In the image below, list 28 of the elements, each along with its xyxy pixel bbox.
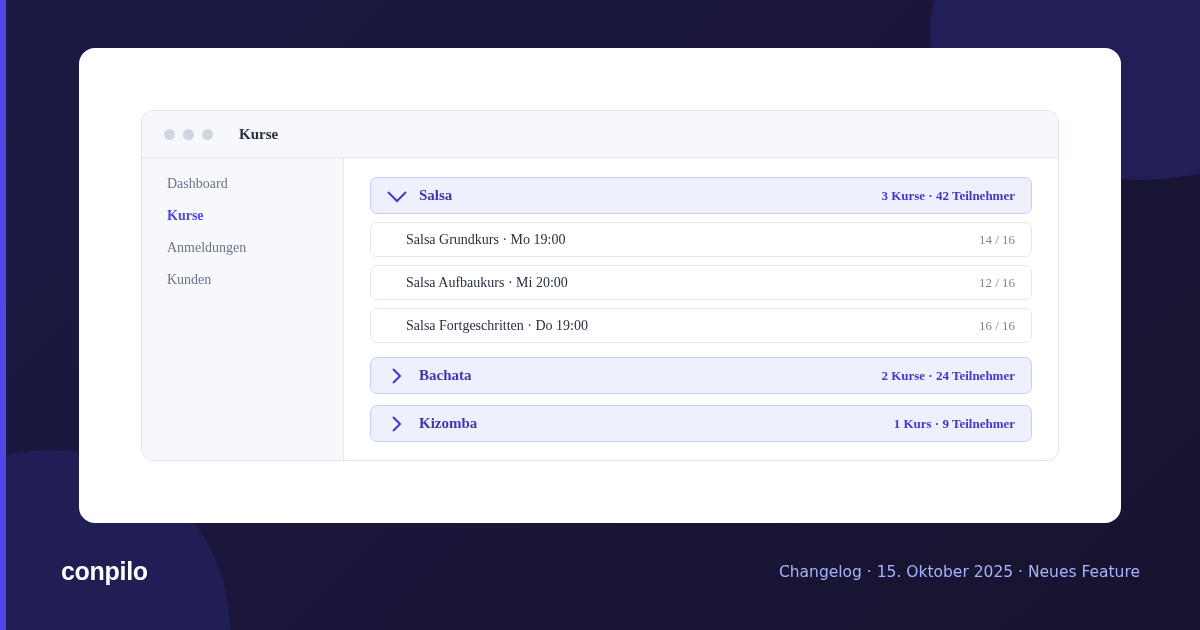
group-header[interactable]: Kizomba 1 Kurs · 9 Teilnehmer bbox=[370, 405, 1032, 442]
occupancy-count: 14 / 16 bbox=[978, 231, 1015, 248]
group-header[interactable]: Salsa 3 Kurse · 42 Teilnehmer bbox=[370, 177, 1032, 214]
occupancy-count: 16 / 16 bbox=[978, 317, 1015, 334]
sidebar-item[interactable]: Dashboard bbox=[167, 174, 343, 193]
footer-caption: Changelog · 15. Oktober 2025 · Neues Feature bbox=[778, 562, 1140, 581]
occupancy-count: 12 / 16 bbox=[978, 274, 1015, 291]
course-row[interactable]: Salsa Aufbaukurs · Mi 20:00 12 / 16 bbox=[370, 265, 1032, 300]
course-title: Salsa Grundkurs · Mo 19:00 bbox=[406, 231, 566, 248]
sidebar-item[interactable]: Anmeldungen bbox=[167, 238, 343, 257]
group-summary: 3 Kurse · 42 Teilnehmer bbox=[881, 187, 1015, 204]
window-dot-icon bbox=[202, 128, 213, 140]
course-row[interactable]: Salsa Fortgeschritten · Do 19:00 16 / 16 bbox=[370, 308, 1032, 343]
group-summary: 1 Kurs · 9 Teilnehmer bbox=[893, 415, 1015, 432]
group-name: Salsa bbox=[419, 187, 454, 204]
course-title: Salsa Fortgeschritten · Do 19:00 bbox=[406, 317, 588, 334]
window-dot-icon bbox=[183, 128, 194, 140]
course-row[interactable]: Salsa Grundkurs · Mo 19:00 14 / 16 bbox=[370, 222, 1032, 257]
sidebar-item[interactable]: Kunden bbox=[167, 270, 343, 289]
group-summary: 2 Kurse · 24 Teilnehmer bbox=[881, 367, 1015, 384]
course-title: Salsa Aufbaukurs · Mi 20:00 bbox=[406, 274, 568, 291]
window-dot-icon bbox=[164, 128, 175, 140]
group-name: Bachata bbox=[419, 367, 473, 384]
logo: conpilo bbox=[61, 557, 148, 586]
sidebar-item[interactable]: Kurse bbox=[167, 206, 343, 225]
group-header[interactable]: Bachata 2 Kurse · 24 Teilnehmer bbox=[370, 357, 1032, 394]
group-name: Kizomba bbox=[419, 415, 479, 432]
window-title: Kurse bbox=[239, 125, 279, 143]
